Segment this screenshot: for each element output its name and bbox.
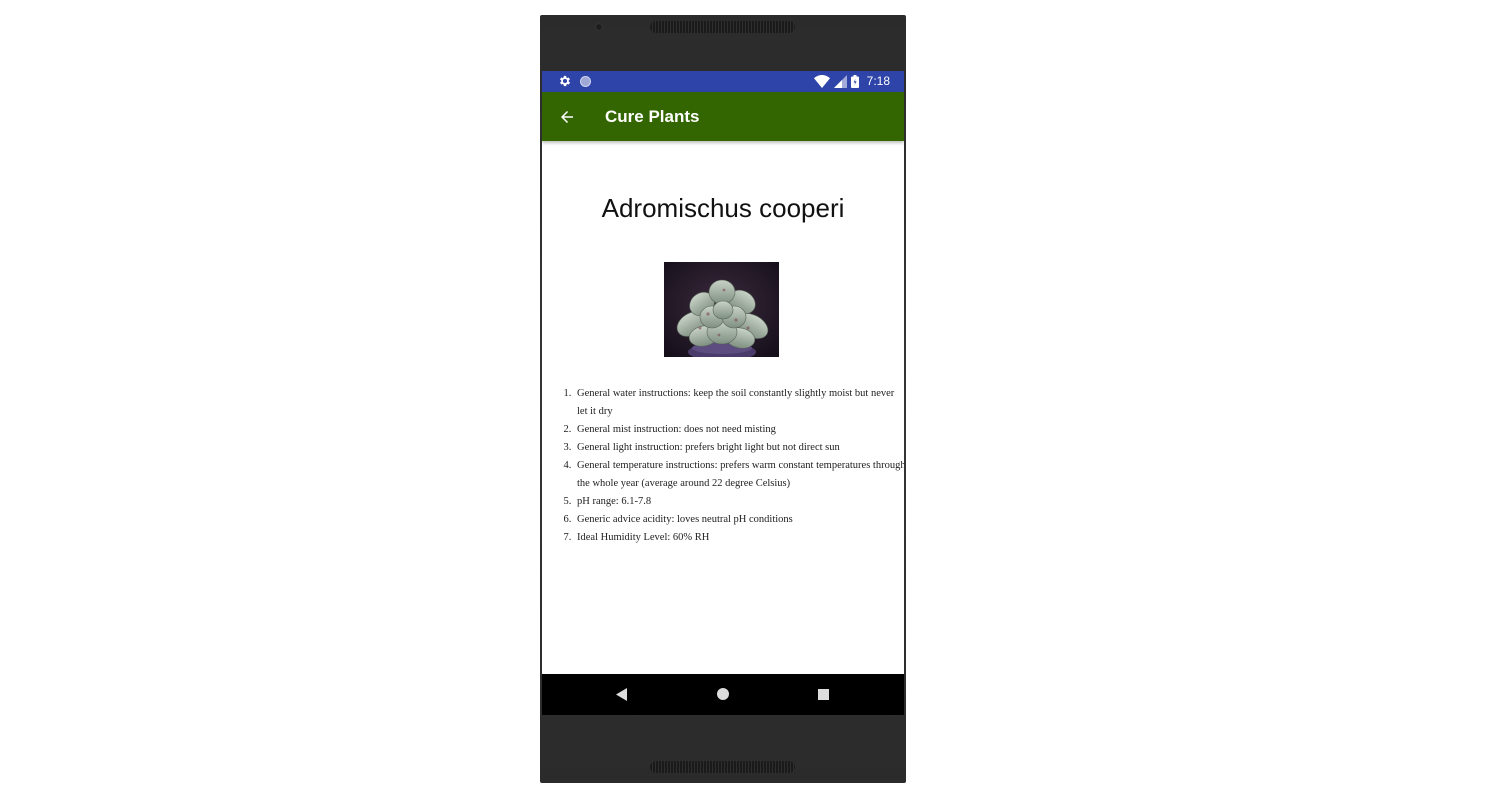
app-bar: Cure Plants — [542, 92, 904, 141]
back-arrow-icon[interactable] — [558, 108, 576, 126]
plant-detail-content: Adromischus cooperi 1. General water ins… — [542, 141, 904, 674]
app-title: Cure Plants — [605, 107, 700, 126]
nav-bar — [542, 674, 904, 715]
status-left-icons — [558, 74, 591, 88]
care-item-acidity: Generic advice acidity: loves neutral pH… — [574, 511, 904, 529]
status-bar: 7:18 — [542, 71, 904, 92]
plant-image — [664, 262, 779, 357]
cell-signal-icon — [833, 74, 847, 88]
status-right-icons: 7:18 — [813, 74, 890, 88]
care-item-light: General light instruction: prefers brigh… — [574, 439, 904, 457]
circle-notification-icon — [580, 75, 591, 87]
status-time: 7:18 — [866, 74, 890, 88]
care-instructions-list: General water instructions: keep the soi… — [560, 385, 904, 547]
care-item-temperature: General temperature instructions: prefer… — [574, 457, 904, 493]
gear-icon — [559, 75, 571, 87]
wifi-icon — [813, 74, 830, 88]
recents-square-icon[interactable] — [818, 689, 829, 700]
back-triangle-icon[interactable] — [616, 688, 628, 701]
camera-icon — [595, 23, 603, 31]
care-item-water: General water instructions: keep the soi… — [574, 385, 904, 421]
home-circle-icon[interactable] — [717, 688, 729, 700]
battery-icon — [850, 74, 859, 88]
care-item-humidity: Ideal Humidity Level: 60% RH — [574, 529, 904, 547]
phone-frame: 7:18 Cure Plants Adromischus cooperi 1. … — [540, 15, 906, 783]
care-item-mist: General mist instruction: does not need … — [574, 421, 904, 439]
bottom-speaker — [650, 761, 795, 773]
top-speaker — [650, 21, 795, 33]
plant-name: Adromischus cooperi — [601, 193, 845, 223]
screen: 7:18 Cure Plants Adromischus cooperi 1. … — [542, 71, 904, 715]
care-item-ph-range: pH range: 6.1-7.8 — [574, 493, 904, 511]
